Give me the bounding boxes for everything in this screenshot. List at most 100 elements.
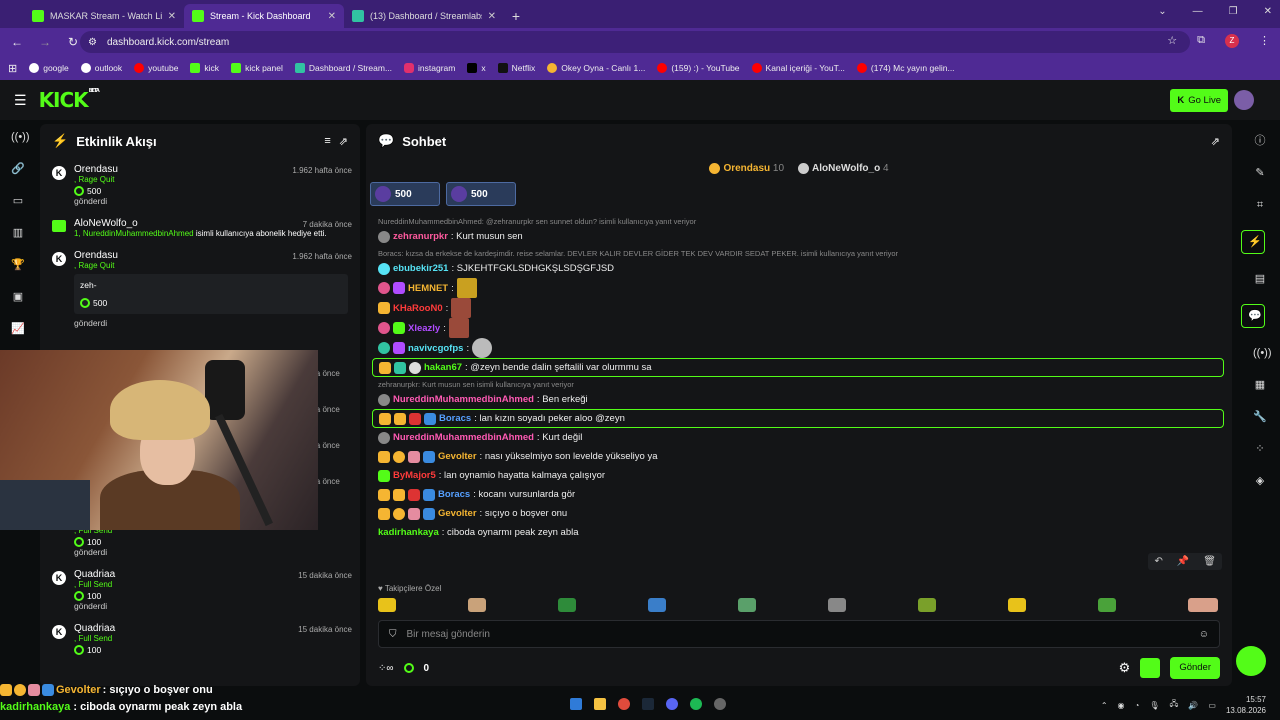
pinned-kick[interactable]: 500 xyxy=(446,182,516,206)
drops-icon[interactable]: ⁘∞ xyxy=(378,663,394,674)
emote-button[interactable] xyxy=(738,598,756,612)
emote-button[interactable] xyxy=(558,598,576,612)
chevron-down-icon[interactable]: ⌄ xyxy=(1158,6,1166,17)
minimize-icon[interactable]: — xyxy=(1193,6,1203,17)
chat-username[interactable]: zehranurpkr xyxy=(393,231,448,242)
chat-username[interactable]: Gevolter xyxy=(438,508,477,519)
info-icon[interactable]: ⓘ xyxy=(1253,134,1267,148)
profile-avatar[interactable]: Z xyxy=(1225,34,1239,48)
chat-username[interactable]: Boracs xyxy=(438,489,470,500)
tab-maskar[interactable]: MASKAR Stream - Watch Live o ✕ xyxy=(24,4,184,28)
menu-icon[interactable]: ⋮ xyxy=(1259,34,1270,48)
go-live-button[interactable]: K Go Live xyxy=(1170,89,1228,112)
url-field[interactable]: ⚙ dashboard.kick.com/stream xyxy=(80,31,1190,53)
hamburger-menu-icon[interactable]: ☰ xyxy=(14,92,27,109)
chat-username[interactable]: Xleazly xyxy=(408,323,440,334)
bookmark-item[interactable]: Kanal içeriği - YouT... xyxy=(751,63,845,73)
popout-icon[interactable]: ⇗ xyxy=(1211,135,1220,148)
link-icon[interactable]: 🔗 xyxy=(11,162,25,176)
trophy-icon[interactable]: 🏆 xyxy=(11,258,25,272)
bookmark-item[interactable]: Dashboard / Stream... xyxy=(294,63,392,73)
chat-username[interactable]: KHaRooN0 xyxy=(393,303,443,314)
reply-icon[interactable]: ↶ xyxy=(1154,556,1162,567)
emote-button[interactable] xyxy=(648,598,666,612)
bookmark-item[interactable]: youtube xyxy=(134,63,178,73)
emote-button[interactable] xyxy=(1098,598,1116,612)
bookmark-item[interactable]: instagram xyxy=(404,63,455,73)
user-avatar[interactable] xyxy=(1234,90,1254,110)
top-gifter-2[interactable]: AloNeWolfo_o 4 xyxy=(798,163,889,175)
chart-line-icon[interactable]: 📈 xyxy=(11,322,25,336)
steam-tray-icon[interactable]: ◉ xyxy=(1118,701,1125,710)
support-headset-button[interactable] xyxy=(1236,646,1266,676)
mic-icon[interactable]: 🎙 xyxy=(1149,701,1159,710)
chat-input[interactable]: ⛉ Bir mesaj gönderin ☺ xyxy=(378,620,1220,648)
kick-emote-button[interactable] xyxy=(1140,658,1161,678)
discord-icon[interactable] xyxy=(666,698,678,710)
edit-icon[interactable]: ✎ xyxy=(1253,166,1267,180)
file-explorer-icon[interactable] xyxy=(594,698,606,710)
emote-button[interactable] xyxy=(1188,598,1218,612)
back-icon[interactable]: ← xyxy=(10,35,24,49)
chat-username[interactable]: hakan67 xyxy=(424,362,462,373)
site-info-icon[interactable]: ⚙ xyxy=(88,37,97,48)
tab-streamlabs[interactable]: (13) Dashboard / Streamlabs ✕ xyxy=(344,4,504,28)
chat-username[interactable]: Gevolter xyxy=(438,451,477,462)
analytics-icon[interactable]: ▥ xyxy=(11,226,25,240)
chat-username[interactable]: kadirhankaya xyxy=(378,527,439,538)
close-window-icon[interactable]: ✕ xyxy=(1264,6,1272,17)
close-icon[interactable]: ✕ xyxy=(488,11,496,22)
bookmark-item[interactable]: (159) :) - YouTube xyxy=(657,63,740,73)
emote-button[interactable] xyxy=(918,598,936,612)
bookmark-item[interactable]: Netflix xyxy=(497,63,535,73)
obs-icon[interactable] xyxy=(714,698,726,710)
reload-icon[interactable]: ↻ xyxy=(66,35,80,49)
network-icon[interactable]: 🖧 xyxy=(1170,698,1179,712)
bookmark-item[interactable]: kick xyxy=(190,63,219,73)
chat-bubble-icon[interactable]: 💬 xyxy=(1241,304,1265,328)
chat-username[interactable]: ByMajor5 xyxy=(393,470,436,481)
chat-username[interactable]: HEMNET xyxy=(408,283,448,294)
popout-icon[interactable]: ⇗ xyxy=(339,135,348,148)
bookmark-star-icon[interactable]: ☆ xyxy=(1167,34,1177,48)
emote-button[interactable] xyxy=(1008,598,1026,612)
top-gifter-1[interactable]: Orendasu 10 xyxy=(709,163,784,175)
emoji-icon[interactable]: ☺ xyxy=(1199,629,1209,640)
kick-logo[interactable]: KICKBETA xyxy=(39,88,100,112)
apps-icon[interactable]: ⊞ xyxy=(8,62,17,75)
chrome-icon[interactable] xyxy=(618,698,630,710)
close-icon[interactable]: ✕ xyxy=(168,11,176,22)
chevron-up-icon[interactable]: ⌃ xyxy=(1101,701,1108,710)
broadcast-icon[interactable]: ((•)) xyxy=(1253,346,1272,360)
filter-icon[interactable]: ≡ xyxy=(324,135,330,147)
chat-username[interactable]: navivcgofps xyxy=(408,343,463,354)
chat-username[interactable]: NureddinMuhammedbinAhmed xyxy=(393,432,534,443)
extensions-icon[interactable]: ⧉ xyxy=(1197,34,1205,48)
broadcast-icon[interactable]: ((•)) xyxy=(11,130,30,144)
chat-username[interactable]: ebubekir251 xyxy=(393,263,448,274)
wrench-icon[interactable]: 🔧 xyxy=(1253,410,1267,424)
bookmark-item[interactable]: outlook xyxy=(80,63,122,73)
battery-icon[interactable]: ▭ xyxy=(1208,701,1216,710)
close-icon[interactable]: ✕ xyxy=(328,11,336,22)
settings-gear-icon[interactable]: ⚙ xyxy=(1119,660,1131,676)
tab-kick-dashboard[interactable]: Stream - Kick Dashboard ✕ xyxy=(184,4,344,28)
nodes-icon[interactable]: ⁘ xyxy=(1253,442,1267,456)
shop-icon[interactable]: ◈ xyxy=(1253,474,1267,488)
wifi-icon[interactable]: ◔ xyxy=(1135,701,1140,710)
forward-icon[interactable]: → xyxy=(38,35,52,49)
spotify-icon[interactable] xyxy=(690,698,702,710)
camera-icon[interactable]: ⌗ xyxy=(1253,198,1267,212)
bookmark-item[interactable]: kick panel xyxy=(231,63,283,73)
clock[interactable]: 15:57 13.08.2026 xyxy=(1226,694,1266,716)
restore-icon[interactable]: ❐ xyxy=(1229,6,1238,17)
new-tab-button[interactable]: + xyxy=(504,4,528,28)
bookmark-item[interactable]: google xyxy=(29,63,69,73)
bookmark-item[interactable]: (174) Mc yayın gelin... xyxy=(856,63,955,73)
send-button[interactable]: Gönder xyxy=(1170,657,1220,679)
emote-button[interactable] xyxy=(828,598,846,612)
pin-icon[interactable]: 📌 xyxy=(1177,556,1189,567)
lightning-icon[interactable]: ⚡ xyxy=(1241,230,1265,254)
windows-start-icon[interactable] xyxy=(570,698,582,710)
stack-icon[interactable]: ▦ xyxy=(1253,378,1267,392)
